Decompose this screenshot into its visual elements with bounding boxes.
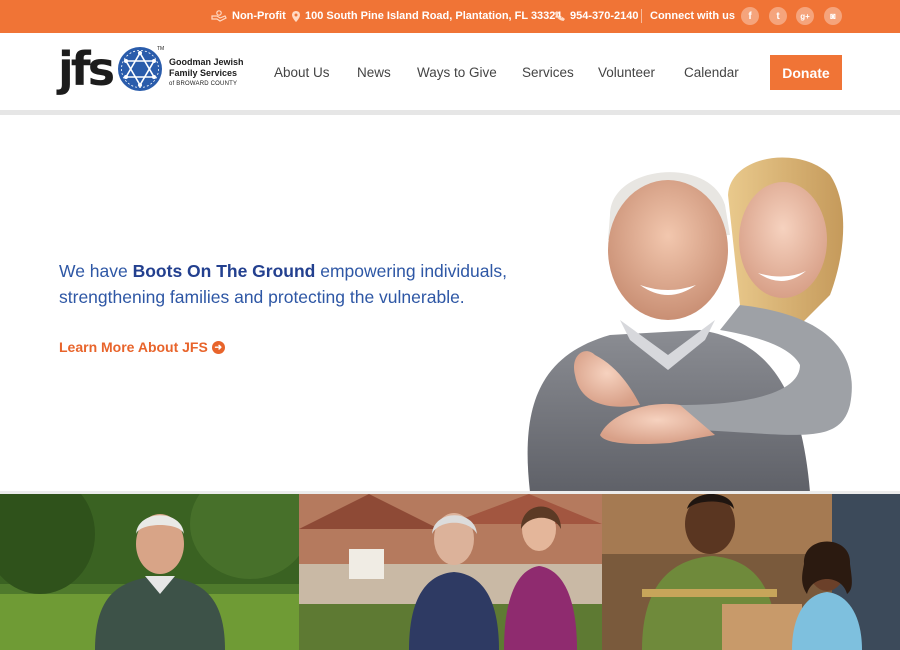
instagram-glyph: ◙ bbox=[830, 11, 836, 21]
nav-about-us[interactable]: About Us bbox=[274, 65, 330, 80]
phone-link[interactable]: 954-370-2140 bbox=[555, 10, 639, 22]
nonprofit-label: Non-Profit bbox=[232, 10, 286, 22]
logo-line-3: of BROWARD COUNTY bbox=[169, 81, 238, 87]
photo-elderly-man-garden[interactable] bbox=[0, 494, 299, 650]
tagline-highlight: Boots On The Ground bbox=[132, 261, 316, 281]
photo-image-1 bbox=[0, 494, 299, 650]
google-plus-glyph: g+ bbox=[800, 11, 810, 21]
nav-ways-to-give[interactable]: Ways to Give bbox=[417, 65, 497, 80]
twitter-glyph: t bbox=[776, 10, 780, 22]
circle-arrow-right-icon: ➜ bbox=[211, 340, 225, 354]
logo-line-2: Family Services bbox=[169, 68, 238, 78]
twitter-icon[interactable]: t bbox=[769, 7, 787, 25]
photo-women-walking[interactable] bbox=[299, 494, 602, 650]
instagram-icon[interactable]: ◙ bbox=[824, 7, 842, 25]
photo-father-daughter[interactable] bbox=[602, 494, 900, 650]
facebook-glyph: f bbox=[748, 10, 752, 22]
jfs-logo[interactable]: jfs TM Goodman Jewish Family Services of… bbox=[58, 43, 248, 101]
facebook-icon[interactable]: f bbox=[741, 7, 759, 25]
trademark: TM bbox=[157, 46, 165, 52]
divider bbox=[641, 9, 642, 23]
hero-banner: We have Boots On The Ground empowering i… bbox=[0, 115, 900, 492]
phone-icon bbox=[555, 11, 565, 21]
nonprofit-badge: Non-Profit bbox=[211, 10, 286, 22]
logo-wordmark: jfs bbox=[58, 42, 115, 96]
google-plus-icon[interactable]: g+ bbox=[796, 7, 814, 25]
learn-more-label: Learn More About JFS bbox=[59, 339, 208, 355]
nav-news[interactable]: News bbox=[357, 65, 391, 80]
connect-text: Connect with us bbox=[650, 10, 735, 22]
address: 100 South Pine Island Road, Plantation, … bbox=[292, 10, 562, 22]
hero-photo-couple bbox=[527, 157, 852, 492]
photo-image-2 bbox=[299, 494, 602, 650]
connect-label: Connect with us bbox=[650, 10, 735, 22]
nav-services[interactable]: Services bbox=[522, 65, 574, 80]
phone-text: 954-370-2140 bbox=[570, 10, 639, 22]
map-pin-icon bbox=[292, 10, 300, 22]
address-text: 100 South Pine Island Road, Plantation, … bbox=[305, 10, 562, 22]
learn-more-link[interactable]: Learn More About JFS ➜ bbox=[59, 339, 225, 355]
nav-calendar[interactable]: Calendar bbox=[684, 65, 739, 80]
hand-heart-icon bbox=[211, 10, 227, 22]
top-info-bar: Non-Profit 100 South Pine Island Road, P… bbox=[0, 0, 900, 33]
photo-image-3 bbox=[602, 494, 900, 650]
hero-tagline: We have Boots On The Ground empowering i… bbox=[59, 258, 529, 310]
tagline-pre: We have bbox=[59, 261, 133, 281]
donate-button[interactable]: Donate bbox=[770, 55, 842, 90]
nav-volunteer[interactable]: Volunteer bbox=[598, 65, 655, 80]
star-of-david-logo-icon bbox=[118, 47, 162, 91]
logo-line-1: Goodman Jewish bbox=[169, 57, 244, 67]
logo-org-name: Goodman Jewish Family Services of BROWAR… bbox=[169, 57, 244, 90]
